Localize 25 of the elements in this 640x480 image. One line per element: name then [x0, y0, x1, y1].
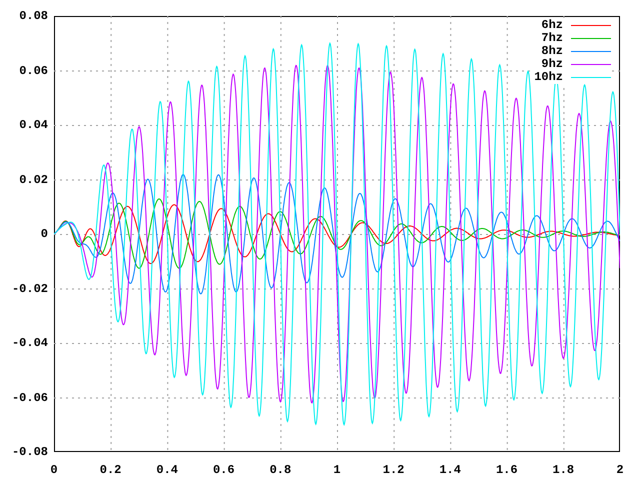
- y-tick-label: 0.06: [19, 64, 48, 78]
- y-tick-label: -0.02: [12, 282, 48, 296]
- legend-label: 9hz: [541, 58, 563, 71]
- legend-label: 6hz: [541, 19, 563, 32]
- y-tick-label: -0.04: [12, 336, 48, 350]
- y-tick-label: 0: [40, 227, 48, 241]
- x-tick-label: 2: [615, 463, 625, 477]
- x-tick-label: 1.2: [382, 463, 406, 477]
- x-tick-label: 1.8: [552, 463, 576, 477]
- y-tick-label: 0.08: [19, 9, 48, 23]
- legend-label: 7hz: [541, 32, 563, 45]
- x-tick-label: 1.4: [438, 463, 462, 477]
- x-tick-label: 0.4: [155, 463, 179, 477]
- x-tick-label: 0.2: [98, 463, 122, 477]
- x-tick-label: 0.6: [212, 463, 236, 477]
- y-tick-label: -0.06: [12, 390, 48, 404]
- x-tick-label: 0.8: [268, 463, 292, 477]
- x-tick-label: 0: [49, 463, 59, 477]
- y-tick-label: 0.02: [19, 172, 48, 186]
- legend-label: 8hz: [541, 45, 563, 58]
- x-tick-label: 1.6: [494, 463, 519, 477]
- y-tick-label: -0.08: [12, 445, 48, 459]
- y-tick-label: 0.04: [19, 118, 48, 132]
- legend-label: 10hz: [534, 71, 563, 84]
- x-tick-label: 1: [332, 463, 342, 477]
